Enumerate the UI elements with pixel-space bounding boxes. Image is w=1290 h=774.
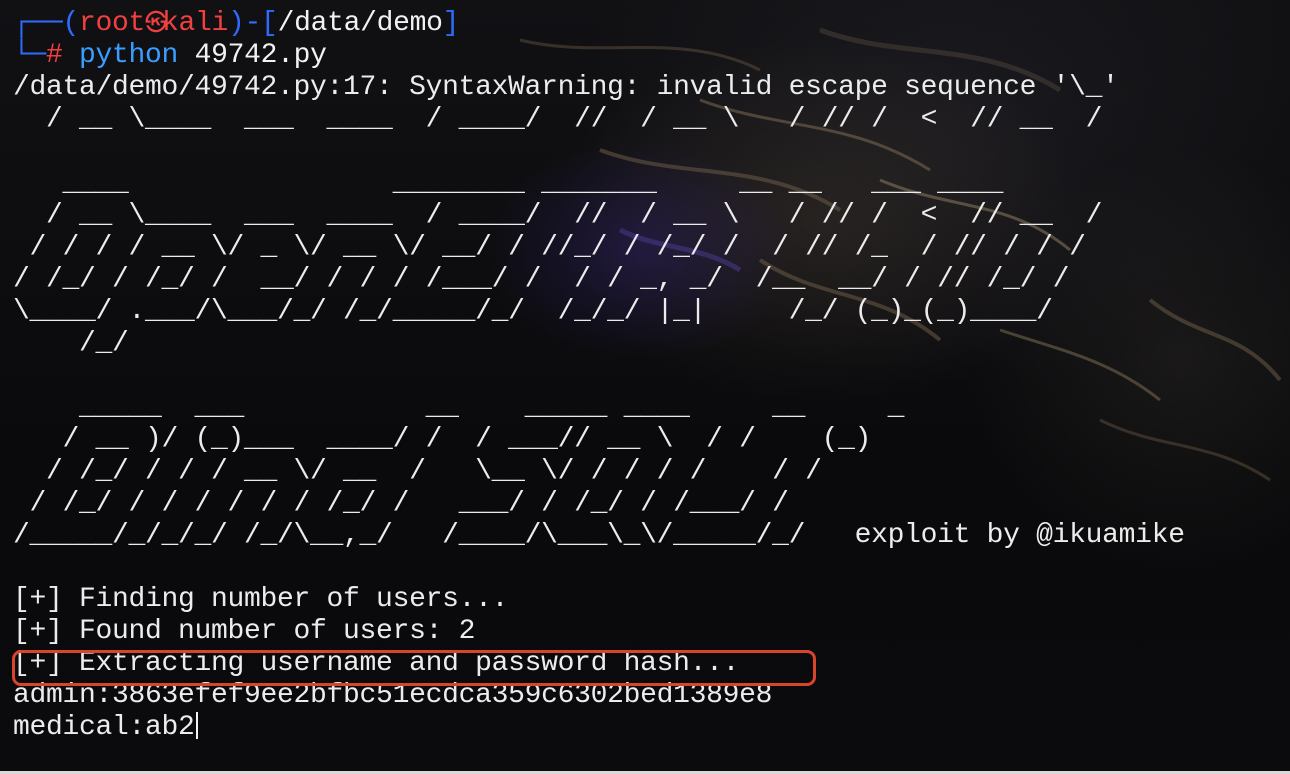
output-line: [+] Found number of users: 2: [13, 616, 476, 647]
ascii-banner-line: / /_/ / / / __ \/ __ / \__ \/ / / / / / …: [13, 456, 822, 487]
prompt-user: root: [79, 8, 146, 39]
prompt-line-1: ┌──(root㉿kali)-[/data/demo]: [13, 8, 460, 39]
ascii-banner-line: / / / / __ \/ _ \/ __ \/ __/ / //_/ / /_…: [13, 232, 1086, 263]
skull-icon: ㉿: [145, 12, 167, 37]
terminal-window[interactable]: ┌──(root㉿kali)-[/data/demo] └─# python 49…: [0, 0, 1290, 774]
medical-hash-text: medical:ab2: [13, 712, 195, 743]
text-cursor: [195, 712, 198, 739]
ascii-banner-line: _____ ___ __ _____ ____ __ _: [13, 392, 905, 423]
output-line: [+] Finding number of users...: [13, 584, 509, 615]
ascii-banner-line: /_____/_/_/_/ /_/\__,_/ /____/\___\_\/__…: [13, 520, 1185, 551]
ascii-banner-line: [13, 360, 1185, 392]
admin-hash-highlight: [12, 650, 816, 686]
ascii-banner-line: / /_/ / /_/ / __/ / / / /___/ / / / _, _…: [13, 264, 1070, 295]
ascii-banner-line: / /_/ / / / / / / /_/ / ___/ / /_/ / /__…: [13, 488, 789, 519]
terminal-output: ┌──(root㉿kali)-[/data/demo] └─# python 49…: [13, 8, 1185, 744]
prompt-host: kali: [162, 8, 229, 39]
ascii-banner-line: / __ \____ ___ ____ / ____/ // / __ \ / …: [13, 200, 1103, 231]
ascii-banner-preview: / __ \____ ___ ____ / ____/ // / __ \ / …: [13, 104, 1103, 135]
ascii-banner-line: /_/: [13, 328, 129, 359]
warning-line: /data/demo/49742.py:17: SyntaxWarning: i…: [13, 72, 1119, 103]
ascii-banner-line: / __ )/ (_)___ ____/ / / ___// __ \ / / …: [13, 424, 872, 455]
prompt-line-2: └─# python 49742.py: [13, 40, 327, 71]
command-args: 49742.py: [194, 40, 327, 71]
prompt-symbol: #: [46, 40, 63, 71]
prompt-cwd: /data/demo: [277, 8, 443, 39]
command-name: python: [79, 40, 179, 71]
ascii-banner-line: ____ ________ _______ __ __ ___ ____: [13, 168, 1004, 199]
medical-hash-line: medical:ab2: [13, 712, 1185, 744]
ascii-banner-line: \____/ .___/\___/_/ /_/_____/_/ /_/_/ |_…: [13, 296, 1053, 327]
